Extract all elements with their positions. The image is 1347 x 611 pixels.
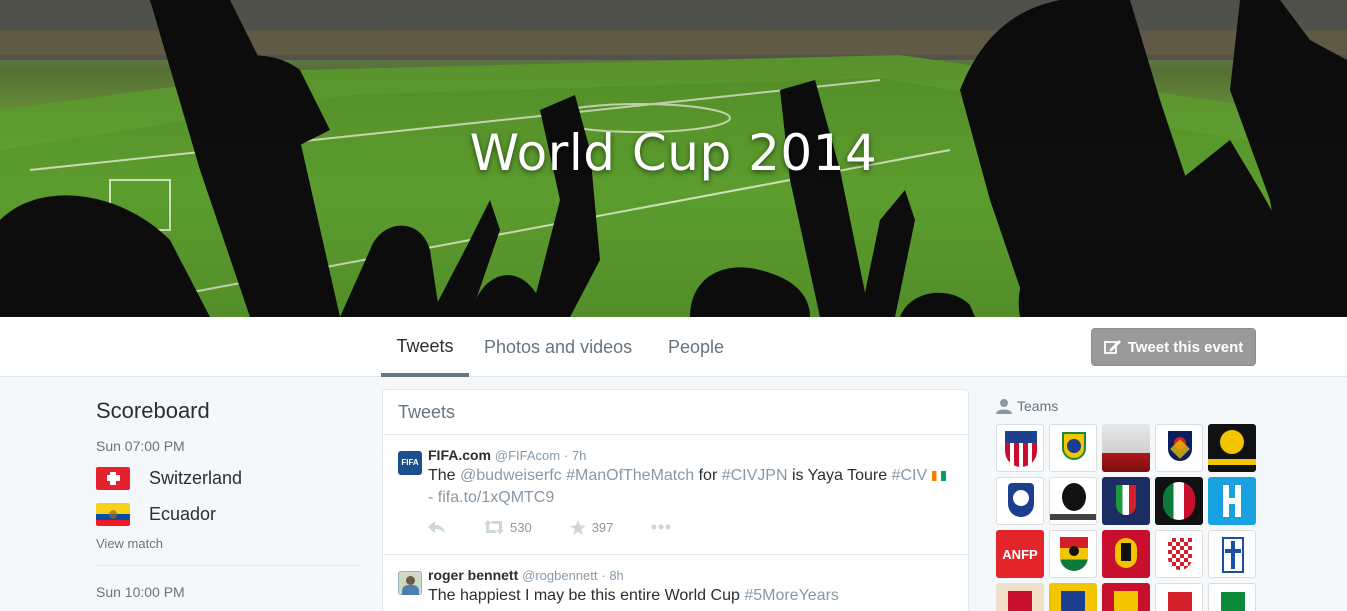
tweet-author-handle[interactable]: @FIFAcom [495,448,560,463]
retweet-button[interactable]: 530 [484,520,532,535]
switzerland-flag-icon [96,466,130,490]
mention-link[interactable]: @budweiserfc [460,467,562,484]
tweet-author-handle[interactable]: @rogbennett [522,568,597,583]
star-icon [569,519,586,535]
australia-crest-icon[interactable] [1208,424,1256,472]
match-time: Sun 10:00 PM [96,584,185,600]
favorite-button[interactable]: 397 [569,519,614,535]
tweet-timestamp[interactable]: · 8h [601,568,623,583]
tweet-this-event-button[interactable]: Tweet this event [1091,328,1256,366]
hashtag-link[interactable]: #ManOfTheMatch [566,467,694,484]
croatia-crest-icon[interactable] [1155,530,1203,578]
spain-crest-icon[interactable] [1102,583,1150,611]
tweet-this-event-label: Tweet this event [1127,338,1244,356]
team-name: Switzerland [149,467,243,488]
costa-rica-crest-icon[interactable] [996,583,1044,611]
scoreboard-title: Scoreboard [96,398,210,423]
japan-crest-icon[interactable] [1155,424,1203,472]
hashtag-link[interactable]: #CIV [892,467,928,484]
switzerland-crest-icon[interactable] [1155,583,1203,611]
ivory-coast-crest-icon[interactable] [1208,583,1256,611]
brasil-host-crest-icon[interactable] [1102,424,1150,472]
teams-sidebar: Teams ANFP [996,398,1256,611]
italy-crest-icon[interactable] [1102,477,1150,525]
ecuador-flag-icon [96,502,130,526]
event-header-banner: World Cup 2014 [0,0,1347,317]
avatar[interactable] [398,571,422,595]
tweet-item[interactable]: roger bennett @rogbennett · 8h The happi… [383,555,968,611]
tweet-author-name[interactable]: roger bennett [428,567,518,583]
brazil-crest-icon[interactable] [1049,424,1097,472]
usa-crest-icon[interactable] [996,424,1044,472]
honduras-crest-icon[interactable] [1208,477,1256,525]
tweet-author-name[interactable]: FIFA.com [428,447,491,463]
tweet-text-part: for [694,467,722,484]
tweet-item[interactable]: FIFA FIFA.com @FIFAcom · 7h The @budweis… [383,435,968,555]
scoreboard: Scoreboard Sun 07:00 PM Switzerland Ecua… [96,398,361,600]
tweet-actions: 530 397 [428,509,953,545]
tweet-text: The @budweiserfc #ManOfTheMatch for #CIV… [428,465,953,509]
tab-tweets[interactable]: Tweets [381,317,469,377]
retweet-count: 530 [510,519,532,535]
person-icon [996,399,1012,414]
greece-crest-icon[interactable] [1208,530,1256,578]
netherlands-knvb-crest-icon[interactable] [1049,477,1097,525]
tweet-text-part: The happiest I may be this entire World … [428,587,745,604]
ivory-coast-flag-icon [931,470,946,481]
tab-photos-and-videos[interactable]: Photos and videos [484,317,632,377]
colombia-crest-icon[interactable] [1049,583,1097,611]
teams-label: Teams [1017,398,1059,414]
more-dots-icon [651,524,671,530]
reply-icon [428,521,445,533]
tweet-text-part: is Yaya Toure [787,467,892,484]
more-button[interactable] [651,524,671,530]
korea-crest-icon[interactable] [996,477,1044,525]
team-name: Ecuador [149,503,217,524]
tweets-header: Tweets [383,390,968,435]
retweet-icon [484,520,504,534]
event-title: World Cup 2014 [469,124,878,182]
favorite-count: 397 [591,519,614,535]
match-time: Sun 07:00 PM [96,438,185,454]
avatar[interactable]: FIFA [398,451,422,475]
ghana-crest-icon[interactable] [1049,530,1097,578]
belgium-crest-icon[interactable] [1102,530,1150,578]
reply-button[interactable] [428,521,446,533]
hashtag-link[interactable]: #5MoreYears [744,587,839,604]
hashtag-link[interactable]: #CIVJPN [722,467,788,484]
event-nav-bar: Tweets Photos and videos People Tweet th… [0,317,1347,377]
tweet-text-part: The [428,467,461,484]
tweets-stream: Tweets FIFA FIFA.com @FIFAcom · 7h The @… [382,389,969,611]
team-row-switzerland: Switzerland [96,460,361,496]
team-row-ecuador: Ecuador [96,496,361,532]
tweet-link[interactable]: - fifa.to/1xQMTC9 [428,489,554,506]
view-match-link[interactable]: View match [96,536,361,551]
compose-icon [1103,340,1121,354]
tweet-timestamp[interactable]: · 7h [564,448,586,463]
divider [96,565,361,566]
teams-header: Teams [996,398,1058,414]
mexico-crest-icon[interactable] [1155,477,1203,525]
chile-anfp-crest-icon[interactable]: ANFP [996,530,1044,578]
tab-people[interactable]: People [668,317,724,377]
tweet-text: The happiest I may be this entire World … [428,585,953,607]
